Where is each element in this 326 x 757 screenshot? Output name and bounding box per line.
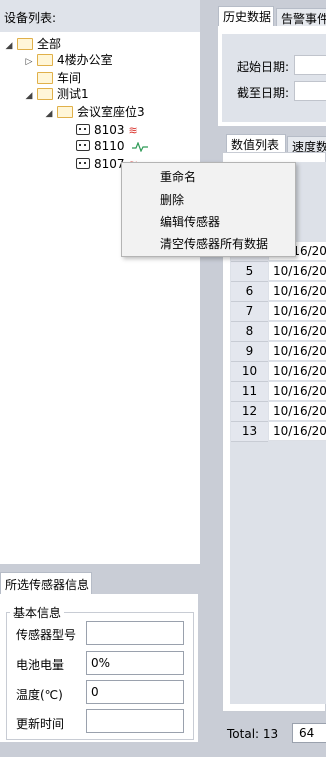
device-list-header: 设备列表: xyxy=(0,0,200,32)
row-number[interactable]: 7 xyxy=(231,302,268,322)
sensor-icon xyxy=(76,140,90,151)
row-date-cell[interactable]: 10/16/20 xyxy=(269,382,326,401)
sensor-icon xyxy=(76,124,90,135)
tree-node-office[interactable]: ▷ 4楼办公室 xyxy=(24,51,113,69)
row-date-cell[interactable]: 10/16/20 xyxy=(269,342,326,361)
end-date-label: 截至日期: xyxy=(237,86,290,100)
row-number[interactable]: 11 xyxy=(231,382,268,402)
tree-node-label: 车间 xyxy=(57,71,82,85)
row-date-cell[interactable]: 10/16/20 xyxy=(269,282,326,301)
folder-icon xyxy=(17,37,33,50)
tab-label: 所选传感器信息 xyxy=(5,578,90,592)
expand-arrow-icon[interactable]: ◢ xyxy=(24,87,34,105)
menu-item-delete[interactable]: 删除 xyxy=(160,191,184,208)
updated-time-field[interactable] xyxy=(86,709,184,733)
tab-value-list[interactable]: 数值列表 xyxy=(226,134,286,154)
tab-history-data[interactable]: 历史数据 xyxy=(218,6,274,26)
battery-field[interactable]: 0% xyxy=(86,651,184,675)
tree-node-sensor[interactable]: 8110 xyxy=(76,137,149,155)
end-date-input[interactable] xyxy=(294,81,326,101)
row-date-cell[interactable]: 10/16/20 xyxy=(269,402,326,421)
row-date-cell[interactable]: 10/16/20 xyxy=(269,322,326,341)
model-field[interactable] xyxy=(86,621,184,645)
row-date-cell[interactable]: 10/16/20 xyxy=(269,422,326,441)
row-number[interactable]: 9 xyxy=(231,342,268,362)
expand-arrow-icon[interactable]: ◢ xyxy=(4,37,14,55)
tree-node-label: 测试1 xyxy=(57,87,89,101)
model-label: 传感器型号 xyxy=(16,628,77,642)
row-number[interactable]: 12 xyxy=(231,402,268,422)
total-count: Total: 13 xyxy=(227,727,279,741)
folder-icon xyxy=(57,105,73,118)
battery-label: 电池电量 xyxy=(16,658,65,672)
updated-time-label: 更新时间 xyxy=(16,717,65,731)
splitter[interactable] xyxy=(0,564,200,572)
temperature-field[interactable]: 0 xyxy=(86,680,184,704)
row-number[interactable]: 8 xyxy=(231,322,268,342)
start-date-input[interactable] xyxy=(294,55,326,75)
folder-icon xyxy=(37,71,53,84)
tree-node-label: 4楼办公室 xyxy=(57,53,113,67)
row-number[interactable]: 5 xyxy=(231,262,268,282)
sensor-label: 8103 xyxy=(94,123,125,137)
sensor-icon xyxy=(76,158,90,169)
row-number[interactable]: 6 xyxy=(231,282,268,302)
tree-node-seat[interactable]: ◢ 会议室座位3 xyxy=(44,103,145,121)
tab-alarm-events[interactable]: 告警事件 xyxy=(276,8,326,28)
row-date-cell[interactable]: 10/16/20 xyxy=(269,262,326,281)
date-filter-box xyxy=(222,34,326,122)
signal-pulse-icon xyxy=(132,141,149,152)
folder-icon xyxy=(37,87,53,100)
row-number[interactable]: 13 xyxy=(231,422,268,442)
start-date-label: 起始日期: xyxy=(237,60,290,74)
row-date-cell[interactable]: 10/16/20 xyxy=(269,302,326,321)
folder-icon xyxy=(37,53,53,66)
device-list-title: 设备列表: xyxy=(4,11,57,25)
menu-item-clear-data[interactable]: 清空传感器所有数据 xyxy=(160,235,268,252)
collapse-arrow-icon[interactable]: ▷ xyxy=(24,53,34,71)
row-date-cell[interactable]: 10/16/20 xyxy=(269,362,326,381)
tab-selected-sensor-info[interactable]: 所选传感器信息 xyxy=(0,572,92,594)
row-number[interactable]: 10 xyxy=(231,362,268,382)
menu-item-edit-sensor[interactable]: 编辑传感器 xyxy=(160,213,220,230)
sensor-label: 8110 xyxy=(94,139,125,153)
expand-arrow-icon[interactable]: ◢ xyxy=(44,105,54,123)
tree-node-test[interactable]: ◢ 测试1 xyxy=(24,85,89,103)
temperature-label: 温度(℃) xyxy=(16,688,63,702)
group-title: 基本信息 xyxy=(10,604,65,621)
context-menu: 重命名 删除 编辑传感器 清空传感器所有数据 xyxy=(121,162,296,257)
device-tree[interactable]: ◢ 全部 ▷ 4楼办公室 车间 ◢ 测试1 ◢ 会议室座位3 8103 ≋ 8110 81… xyxy=(0,32,200,564)
page-size-select[interactable]: 64 xyxy=(292,723,326,743)
sensor-label: 8107 xyxy=(94,157,125,171)
menu-item-rename[interactable]: 重命名 xyxy=(160,168,196,185)
tree-node-label: 全部 xyxy=(37,37,62,51)
tree-node-label: 会议室座位3 xyxy=(77,105,145,119)
